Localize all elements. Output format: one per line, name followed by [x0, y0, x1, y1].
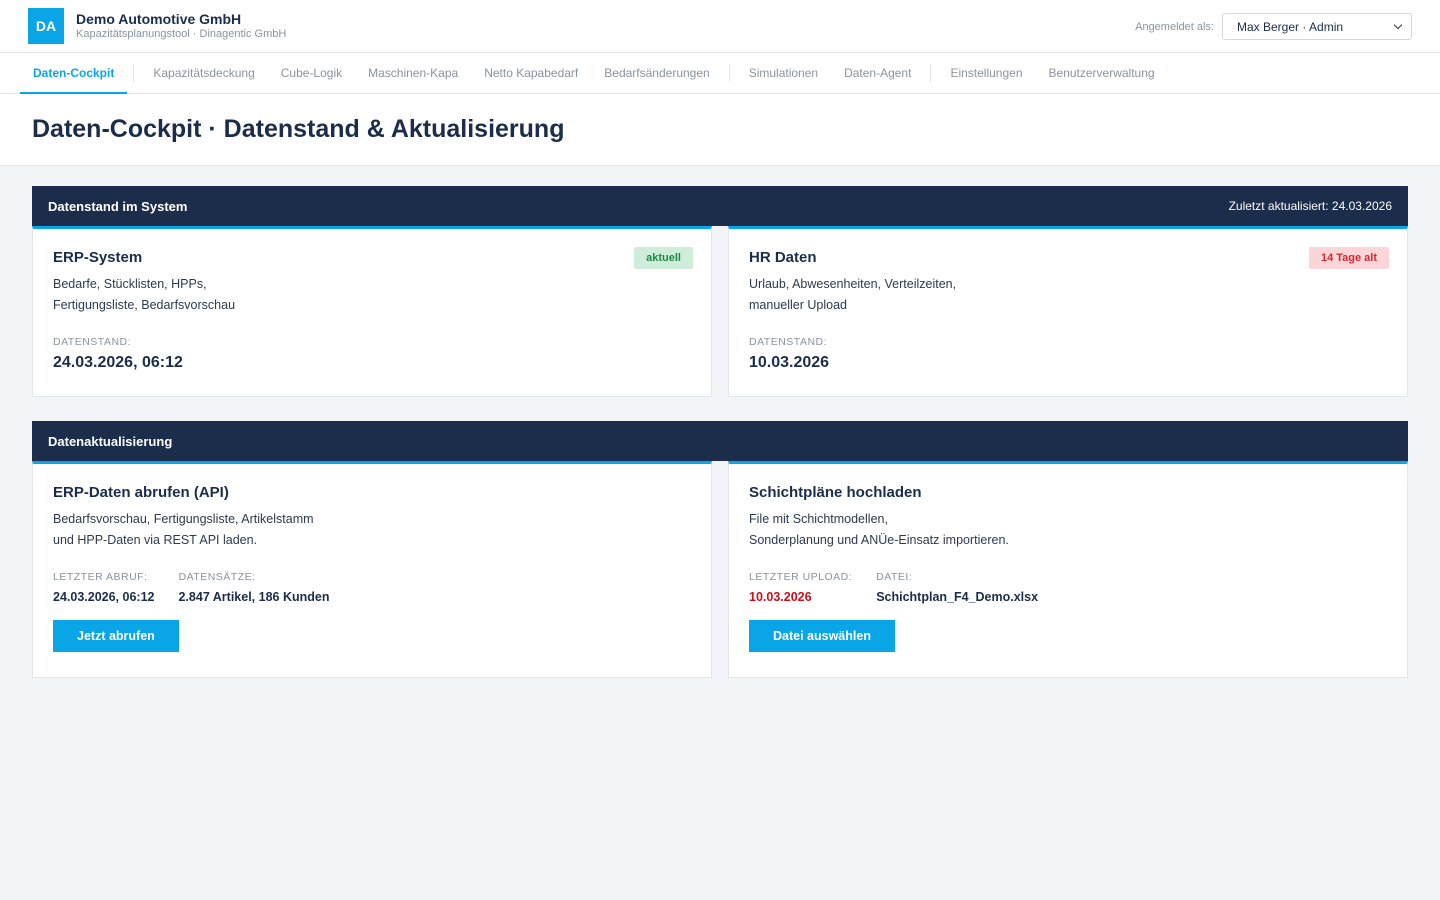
- title-bar: Daten-Cockpit · Datenstand & Aktualisier…: [0, 94, 1440, 166]
- tab-einstellungen[interactable]: Einstellungen: [937, 53, 1035, 93]
- meta-file: DATEI: Schichtplan_F4_Demo.xlsx: [876, 571, 1038, 604]
- app-subtitle: Kapazitätsplanungstool · Dinagentic GmbH: [76, 28, 287, 40]
- user-select-value: Max Berger · Admin: [1237, 19, 1344, 34]
- card-title: Schichtpläne hochladen: [749, 484, 922, 501]
- meta-value: 10.03.2026: [749, 590, 812, 604]
- nav-divider: [930, 64, 932, 82]
- brand: Demo Automotive GmbH Kapazitätsplanungst…: [76, 11, 286, 41]
- tab-daten-cockpit[interactable]: Daten-Cockpit: [20, 53, 128, 94]
- status-badge: 14 Tage alt: [1308, 247, 1389, 269]
- hr-status-card: HR Daten 14 Tage alt Urlaub, Abwesenheit…: [728, 226, 1408, 397]
- user-label: Angemeldet als:: [1135, 20, 1214, 33]
- meta-label: LETZTER ABRUF:: [53, 571, 148, 583]
- tab-maschinen-kapa[interactable]: Maschinen-Kapa: [355, 53, 471, 93]
- datenstand-cards: ERP-System aktuell Bedarfe, Stücklisten,…: [32, 226, 1408, 397]
- card-description-line: File mit Schichtmodellen,: [749, 512, 888, 526]
- last-updated: Zuletzt aktualisiert: 24.03.2026: [1228, 199, 1392, 213]
- card-description-line: manueller Upload: [749, 298, 847, 312]
- tab-bedarfsaenderungen[interactable]: Bedarfsänderungen: [591, 53, 722, 93]
- card-description-line: Fertigungsliste, Bedarfsvorschau: [53, 298, 236, 312]
- chevron-down-icon: [1393, 20, 1403, 30]
- section-header-datenstand: Datenstand im System Zuletzt aktualisier…: [32, 186, 1408, 226]
- shift-upload-card: Schichtpläne hochladen File mit Schichtm…: [728, 461, 1408, 678]
- erp-fetch-card: ERP-Daten abrufen (API) Bedarfsvorschau,…: [32, 461, 712, 678]
- nav-divider: [728, 64, 730, 82]
- meta-row: LETZTER ABRUF: 24.03.2026, 06:12 DATENSÄ…: [53, 571, 691, 604]
- tab-cube-logik[interactable]: Cube-Logik: [268, 53, 355, 93]
- tab-daten-agent[interactable]: Daten-Agent: [831, 53, 924, 93]
- card-description-line: Sonderplanung und ANÜe-Einsatz importier…: [749, 533, 1009, 547]
- status-badge: aktuell: [634, 247, 693, 269]
- meta-label: DATEI:: [876, 571, 913, 583]
- card-title: HR Daten: [749, 249, 817, 266]
- tab-netto-kapabedarf[interactable]: Netto Kapabedarf: [471, 53, 591, 93]
- tab-simulationen[interactable]: Simulationen: [736, 53, 831, 93]
- aktualisierung-cards: ERP-Daten abrufen (API) Bedarfsvorschau,…: [32, 461, 1408, 678]
- card-title: ERP-Daten abrufen (API): [53, 484, 229, 501]
- main-nav: Daten-Cockpit Kapazitätsdeckung Cube-Log…: [0, 53, 1440, 94]
- datenstand-value: 24.03.2026, 06:12: [53, 354, 183, 371]
- user-area: Angemeldet als: Max Berger · Admin: [1135, 13, 1412, 40]
- section-title: Datenstand im System: [48, 198, 188, 214]
- fetch-now-button[interactable]: Jetzt abrufen: [53, 620, 179, 652]
- user-select[interactable]: Max Berger · Admin: [1222, 13, 1412, 40]
- top-bar: DA Demo Automotive GmbH Kapazitätsplanun…: [0, 0, 1440, 53]
- meta-value: 24.03.2026, 06:12: [53, 590, 155, 604]
- card-description-line: Urlaub, Abwesenheiten, Verteilzeiten,: [749, 277, 957, 291]
- card-title: ERP-System: [53, 249, 143, 266]
- datenstand-value: 10.03.2026: [749, 354, 830, 371]
- meta-row: LETZTER UPLOAD: 10.03.2026 DATEI: Schich…: [749, 571, 1387, 604]
- meta-last-upload: LETZTER UPLOAD: 10.03.2026: [749, 571, 852, 604]
- tab-kapazitaetsdeckung[interactable]: Kapazitätsdeckung: [140, 53, 267, 93]
- page-title: Daten-Cockpit · Datenstand & Aktualisier…: [32, 115, 565, 143]
- nav-divider: [133, 64, 135, 82]
- meta-label: LETZTER UPLOAD:: [749, 571, 853, 583]
- main-content: Datenstand im System Zuletzt aktualisier…: [0, 166, 1440, 698]
- section-header-aktualisierung: Datenaktualisierung: [32, 421, 1408, 461]
- card-description-line: Bedarfe, Stücklisten, HPPs,: [53, 277, 207, 291]
- section-title: Datenaktualisierung: [48, 433, 173, 449]
- meta-value: 2.847 Artikel, 186 Kunden: [178, 590, 330, 604]
- card-description-line: und HPP-Daten via REST API laden.: [53, 533, 258, 547]
- meta-label: DATENSÄTZE:: [178, 571, 256, 583]
- datenstand-label: DATENSTAND:: [749, 336, 828, 348]
- select-file-button[interactable]: Datei auswählen: [749, 620, 895, 652]
- card-description-line: Bedarfsvorschau, Fertigungsliste, Artike…: [53, 512, 314, 526]
- company-name: Demo Automotive GmbH: [76, 11, 242, 27]
- meta-records: DATENSÄTZE: 2.847 Artikel, 186 Kunden: [178, 571, 329, 604]
- erp-status-card: ERP-System aktuell Bedarfe, Stücklisten,…: [32, 226, 712, 397]
- datenstand-label: DATENSTAND:: [53, 336, 132, 348]
- company-logo: DA: [28, 8, 64, 44]
- meta-value: Schichtplan_F4_Demo.xlsx: [876, 590, 1039, 604]
- tab-benutzerverwaltung[interactable]: Benutzerverwaltung: [1036, 53, 1168, 93]
- meta-last-fetch: LETZTER ABRUF: 24.03.2026, 06:12: [53, 571, 154, 604]
